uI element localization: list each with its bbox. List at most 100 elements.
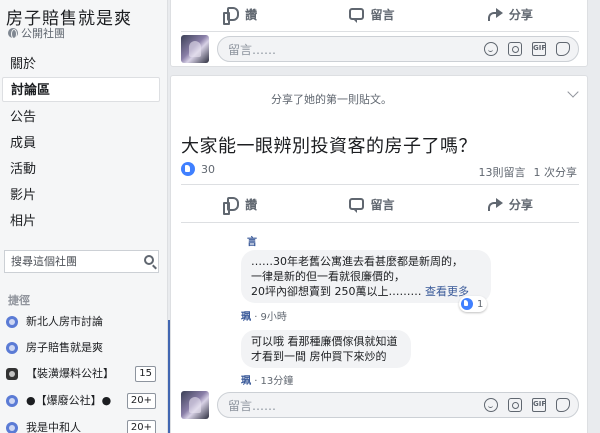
shortcut-label: 新北人房市討論 (26, 315, 103, 328)
gif-icon[interactable]: GIF (532, 398, 546, 412)
group-icon (6, 395, 18, 407)
like-reaction-icon (181, 162, 195, 176)
group-search-input[interactable]: 搜尋這個社團 (4, 250, 159, 273)
nav-photos[interactable]: 相片 (2, 209, 160, 234)
like-button[interactable]: 讚 (223, 196, 258, 215)
avatar[interactable] (181, 35, 209, 63)
search-icon[interactable] (144, 255, 154, 265)
group-type-label: 公開社團 (21, 27, 65, 40)
emoji-icon[interactable] (484, 398, 498, 412)
nav-discussion[interactable]: 討論區 (2, 77, 160, 102)
shortcut-label: 【裝潢爆料公社】 (26, 367, 114, 380)
nav-announcements[interactable]: 公告 (2, 105, 160, 130)
chevron-down-icon[interactable] (567, 86, 579, 98)
nav-events[interactable]: 活動 (2, 157, 160, 182)
globe-icon (8, 28, 18, 39)
share-button[interactable]: 分享 (487, 6, 533, 23)
shortcut-item[interactable]: 我是中和人 20+ (6, 418, 156, 433)
comment-tools: GIF (484, 398, 570, 412)
reaction-summary[interactable]: 30 (181, 162, 215, 176)
like-reaction-icon (461, 298, 473, 310)
group-search-placeholder: 搜尋這個社團 (11, 255, 77, 268)
gif-icon[interactable]: GIF (532, 42, 546, 56)
like-label: 讚 (245, 197, 258, 212)
comment-author[interactable]: 言 (247, 233, 257, 248)
comment-placeholder: 留言…… (228, 398, 277, 413)
sticker-icon[interactable] (556, 398, 570, 412)
shortcut-item[interactable]: 房子賠售就是爽 (6, 338, 156, 358)
comment-text-line: 可以哦 看那種廉價傢俱就知道 (251, 335, 398, 348)
engagement-counts: 13則留言 1 次分享 (479, 164, 578, 180)
comment-label: 留言 (370, 7, 395, 22)
divider (181, 222, 579, 223)
camera-icon[interactable] (508, 42, 522, 56)
shortcut-label: 房子賠售就是爽 (26, 341, 103, 354)
like-label: 讚 (245, 7, 258, 22)
comment-bubble: 可以哦 看那種廉價傢俱就知道 才看到一間 房仲買下來炒的 (241, 330, 411, 368)
comment-bubble: ……30年老舊公寓進去看甚麼都是新周的， 一律是新的但一看就很廉價的， 20坪內… (241, 250, 491, 303)
skull-icon (6, 368, 18, 380)
comments-count[interactable]: 13則留言 (479, 164, 526, 180)
thumbs-up-icon (223, 197, 240, 215)
previous-post-card: 讚 留言 分享 留言…… GIF (170, 0, 588, 67)
comment-text-line: 一律是新的但一看就很廉價的， (251, 270, 405, 283)
comment-meta: 珮 · 9小時 (241, 312, 287, 323)
emoji-icon[interactable] (484, 42, 498, 56)
shares-count[interactable]: 1 次分享 (534, 164, 578, 180)
share-label: 分享 (508, 7, 533, 22)
notification-badge: 15 (135, 366, 156, 382)
comment-reaction[interactable]: 1 (459, 296, 488, 312)
notification-badge: 20+ (126, 420, 156, 433)
share-label: 分享 (508, 197, 533, 212)
like-count: 30 (201, 162, 215, 176)
comment-icon (349, 8, 365, 23)
shared-post-text: 分享了她的第一則貼文。 (271, 93, 392, 106)
share-button[interactable]: 分享 (487, 196, 533, 213)
comment-meta: 珮 · 13分鐘 (241, 376, 294, 387)
shortcut-item[interactable]: ●【爆廢公社】● 20+ (6, 391, 156, 411)
comment-time[interactable]: 9小時 (261, 312, 287, 323)
scroll-indicator (168, 320, 170, 433)
comment-button[interactable]: 留言 (349, 196, 395, 213)
comment-reaction-count: 1 (477, 298, 484, 310)
shortcut-item[interactable]: 【裝潢爆料公社】 15 (6, 364, 156, 384)
post-card: 分享了她的第一則貼文。 大家能一眼辨別投資客的房子了嗎？ 30 13則留言 1 … (170, 75, 588, 433)
comment-composer: 留言…… GIF (181, 34, 579, 64)
camera-icon[interactable] (508, 398, 522, 412)
group-icon (6, 316, 18, 328)
divider (181, 184, 579, 185)
group-icon (6, 342, 18, 354)
share-icon (487, 197, 503, 211)
post-actions: 讚 留言 分享 (181, 0, 579, 29)
comment-icon (349, 198, 365, 213)
shortcut-label: ●【爆廢公社】● (26, 394, 112, 407)
share-icon (487, 7, 503, 21)
comment-composer: 留言…… GIF (181, 390, 579, 420)
thumbs-up-icon (223, 7, 240, 25)
comment-placeholder: 留言…… (228, 42, 277, 57)
notification-badge: 20+ (126, 393, 156, 409)
shortcuts-heading: 捷徑 (8, 294, 30, 307)
shortcut-label: 我是中和人 (26, 421, 81, 433)
comment-text-line: 才看到一間 房仲買下來炒的 (251, 350, 387, 363)
comment-meta-author[interactable]: 珮 (241, 376, 251, 387)
nav-about[interactable]: 關於 (2, 52, 160, 77)
comment-input[interactable]: 留言…… GIF (217, 36, 579, 62)
nav-members[interactable]: 成員 (2, 131, 160, 156)
nav-videos[interactable]: 影片 (2, 183, 160, 208)
comment-label: 留言 (370, 197, 395, 212)
post-actions: 讚 留言 分享 (181, 189, 579, 219)
comment-meta-author[interactable]: 珮 (241, 312, 251, 323)
comment-text-line: ……30年老舊公寓進去看甚麼都是新周的， (251, 255, 463, 268)
shortcut-item[interactable]: 新北人房市討論 (6, 312, 156, 332)
comment-button[interactable]: 留言 (349, 6, 395, 23)
like-button[interactable]: 讚 (223, 6, 258, 25)
sticker-icon[interactable] (556, 42, 570, 56)
avatar[interactable] (181, 391, 209, 419)
comment-time[interactable]: 13分鐘 (261, 376, 294, 387)
post-title: 大家能一眼辨別投資客的房子了嗎？ (181, 136, 477, 157)
group-sidebar: 房子賠售就是爽 公開社團 關於 討論區 公告 成員 活動 影片 相片 搜尋這個社… (0, 0, 168, 433)
comment-text-line: 20坪內卻想賣到 250萬以上……… 查看更多 (251, 285, 469, 298)
comment-input[interactable]: 留言…… GIF (217, 392, 579, 418)
group-privacy: 公開社團 (8, 25, 65, 41)
